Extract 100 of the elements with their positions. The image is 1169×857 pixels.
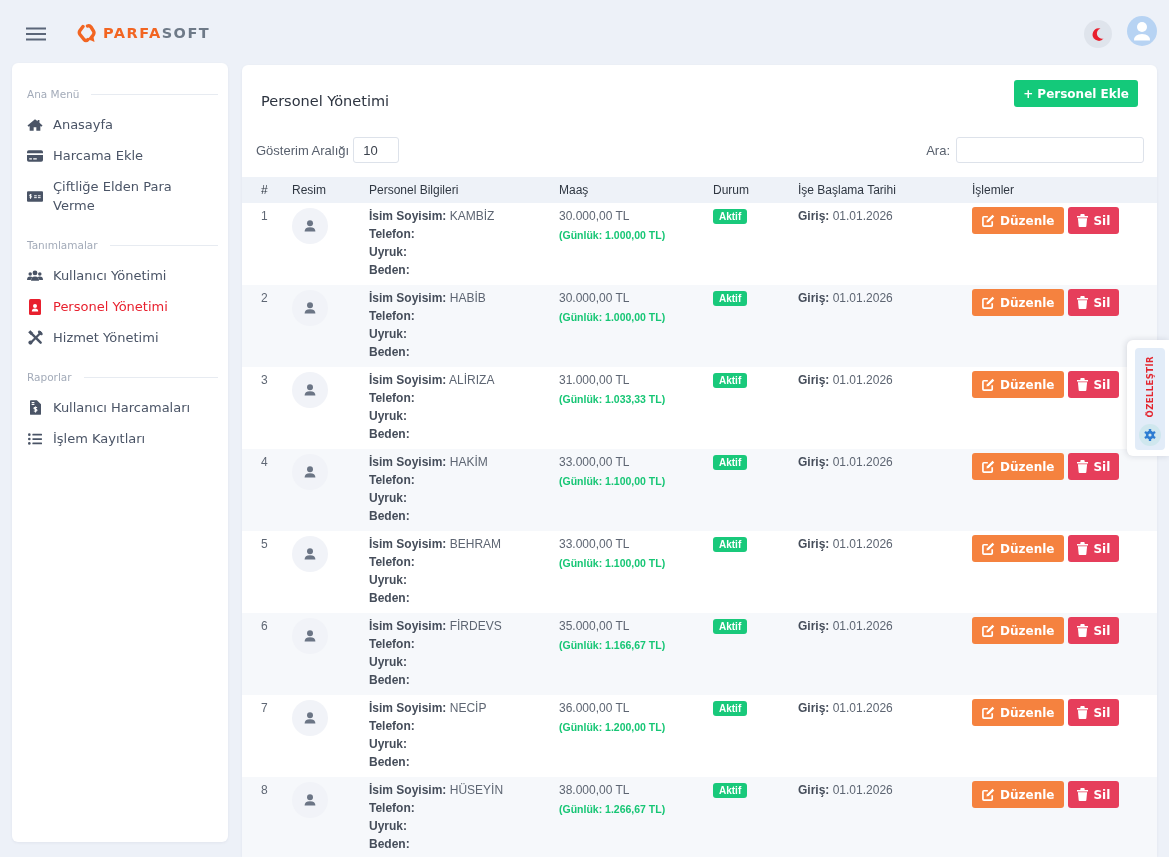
add-staff-button[interactable]: + Personel Ekle [1014, 80, 1138, 107]
delete-button[interactable]: Sil [1068, 535, 1120, 562]
info-line: Beden: [369, 508, 411, 525]
section-title: Tanımlamalar [27, 239, 98, 251]
start-date-text: Giriş: 01.01.2026 [798, 208, 894, 225]
customize-tab[interactable]: ÖZELLEŞTİR [1127, 340, 1169, 456]
row-number: 7 [261, 700, 268, 717]
status-badge: Aktif [713, 783, 748, 798]
daily-rate-text: (Günlük: 1.000,00 TL) [559, 310, 667, 324]
salary-text: 38.000,00 TL [559, 782, 631, 799]
page-title: Personel Yönetimi [261, 92, 390, 110]
section-title: Raporlar [27, 371, 72, 383]
sidebar-item[interactable]: Personel Yönetimi [27, 291, 218, 322]
edit-icon [982, 706, 995, 719]
daily-rate-text: (Günlük: 1.033,33 TL) [559, 392, 667, 406]
delete-button[interactable]: Sil [1068, 371, 1120, 398]
person-icon [292, 372, 328, 408]
sidebar-item[interactable]: Hizmet Yönetimi [27, 322, 218, 353]
column-header: Maaş [559, 183, 589, 197]
delete-button[interactable]: Sil [1068, 207, 1120, 234]
column-header: Resim [292, 183, 326, 197]
daily-rate-text: (Günlük: 1.200,00 TL) [559, 720, 667, 734]
info-line: Beden: [369, 262, 411, 279]
info-line: Telefon: [369, 226, 416, 243]
salary-text: 31.000,00 TL [559, 372, 631, 389]
daily-rate-text: (Günlük: 1.266,67 TL) [559, 802, 667, 816]
edit-button[interactable]: Düzenle [972, 535, 1065, 562]
invoice-icon [29, 400, 41, 415]
delete-button[interactable]: Sil [1068, 699, 1120, 726]
salary-text: 30.000,00 TL [559, 290, 631, 307]
sidebar-item[interactable]: Kullanıcı Yönetimi [27, 260, 218, 291]
status-badge: Aktif [713, 291, 748, 306]
edit-button[interactable]: Düzenle [972, 781, 1065, 808]
delete-button[interactable]: Sil [1068, 453, 1120, 480]
sidebar-item[interactable]: Anasayfa [27, 109, 218, 140]
edit-button[interactable]: Düzenle [972, 371, 1065, 398]
page-size-field[interactable]: 10 [353, 137, 400, 163]
column-header: Durum [713, 183, 749, 197]
edit-icon [982, 378, 995, 391]
row-number: 4 [261, 454, 268, 471]
edit-button[interactable]: Düzenle [972, 289, 1065, 316]
edit-icon [982, 788, 995, 801]
tools-icon [27, 330, 43, 345]
sidebar-item[interactable]: Harcama Ekle [27, 140, 218, 171]
daily-rate-text: (Günlük: 1.100,00 TL) [559, 474, 667, 488]
start-date-text: Giriş: 01.01.2026 [798, 372, 894, 389]
info-line: Telefon: [369, 800, 416, 817]
salary-text: 30.000,00 TL [559, 208, 631, 225]
sidebar-item[interactable]: Çiftliğe Elden Para Verme [27, 171, 218, 221]
delete-button[interactable]: Sil [1068, 781, 1120, 808]
sidebar-item[interactable]: İşlem Kayıtları [27, 423, 218, 454]
start-date-text: Giriş: 01.01.2026 [798, 454, 894, 471]
credit-card-icon [27, 149, 43, 162]
menu-icon[interactable] [26, 26, 46, 41]
column-header: İşe Başlama Tarihi [798, 183, 896, 197]
info-line: Uyruk: [369, 326, 408, 343]
start-date-text: Giriş: 01.01.2026 [798, 618, 894, 635]
info-line: İsim Soyisim: HÜSEYİN [369, 782, 505, 799]
salary-text: 35.000,00 TL [559, 618, 631, 635]
sidebar-item[interactable]: Kullanıcı Harcamaları [27, 392, 218, 423]
edit-button[interactable]: Düzenle [972, 453, 1065, 480]
edit-button[interactable]: Düzenle [972, 617, 1065, 644]
trash-icon [1077, 460, 1089, 473]
column-header: # [261, 183, 268, 197]
start-date-text: Giriş: 01.01.2026 [798, 290, 894, 307]
list-icon [28, 432, 42, 445]
row-number: 5 [261, 536, 268, 553]
trash-icon [1077, 214, 1089, 227]
info-line: Uyruk: [369, 408, 408, 425]
daily-rate-text: (Günlük: 1.000,00 TL) [559, 228, 667, 242]
brand-name: PARFA SOFT [103, 24, 211, 42]
edit-icon [982, 542, 995, 555]
person-icon [292, 700, 328, 736]
row-number: 1 [261, 208, 268, 225]
info-line: İsim Soyisim: NECİP [369, 700, 488, 717]
section-title: Ana Menü [27, 88, 80, 100]
info-line: Uyruk: [369, 244, 408, 261]
edit-button[interactable]: Düzenle [972, 699, 1065, 726]
edit-icon [982, 214, 995, 227]
info-line: Beden: [369, 426, 411, 443]
info-line: Uyruk: [369, 736, 408, 753]
info-line: Beden: [369, 344, 411, 361]
column-header: Personel Bilgileri [369, 183, 459, 197]
row-number: 3 [261, 372, 268, 389]
status-badge: Aktif [713, 537, 748, 552]
moon-icon[interactable] [1084, 19, 1112, 48]
daily-rate-text: (Günlük: 1.166,67 TL) [559, 638, 667, 652]
info-line: Telefon: [369, 718, 416, 735]
salary-text: 33.000,00 TL [559, 454, 631, 471]
info-line: Uyruk: [369, 572, 408, 589]
info-line: Uyruk: [369, 490, 408, 507]
delete-button[interactable]: Sil [1068, 289, 1120, 316]
edit-button[interactable]: Düzenle [972, 207, 1065, 234]
search-field[interactable] [956, 137, 1144, 163]
status-badge: Aktif [713, 619, 748, 634]
person-icon [292, 536, 328, 572]
info-line: İsim Soyisim: FİRDEVS [369, 618, 503, 635]
info-line: İsim Soyisim: HABİB [369, 290, 487, 307]
daily-rate-text: (Günlük: 1.100,00 TL) [559, 556, 667, 570]
delete-button[interactable]: Sil [1068, 617, 1120, 644]
